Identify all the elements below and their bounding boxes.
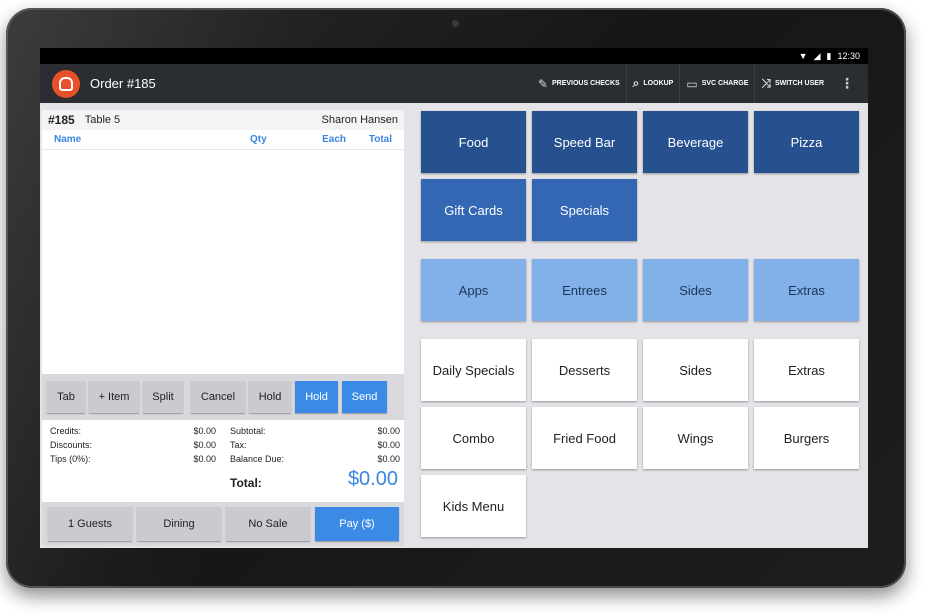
subtotal-value: $0.00 xyxy=(377,426,400,436)
tablet-screen: ▼ ◢ ▮ 12:30 Order #185 ✎ PREVIOUS CHECKS… xyxy=(40,48,868,548)
lookup-button[interactable]: ⌕ LOOKUP xyxy=(625,64,680,103)
svc-charge-label: SVC CHARGE xyxy=(701,80,749,87)
tips-value: $0.00 xyxy=(193,454,216,464)
cancel-button[interactable]: Cancel xyxy=(191,381,245,413)
menu-tile-combo[interactable]: Combo xyxy=(421,407,526,469)
signal-icon: ◢ xyxy=(813,50,821,61)
menu-tile-entrees[interactable]: Entrees xyxy=(532,259,637,321)
totals-section: Credits: Discounts: Tips (0%): $0.00 $0.… xyxy=(42,420,404,502)
menu-tile-sides[interactable]: Sides xyxy=(643,259,748,321)
totals-right-labels: Subtotal: Tax: Balance Due: xyxy=(230,424,284,466)
subtotal-label: Subtotal: xyxy=(230,426,266,436)
app-bar: Order #185 ✎ PREVIOUS CHECKS ⌕ LOOKUP ▭ … xyxy=(40,64,868,103)
hold-gray-button[interactable]: Hold xyxy=(249,381,291,413)
menu-tile-speed-bar[interactable]: Speed Bar xyxy=(532,111,637,173)
previous-checks-button[interactable]: ✎ PREVIOUS CHECKS xyxy=(532,64,626,103)
svc-charge-button[interactable]: ▭ SVC CHARGE xyxy=(679,64,754,103)
status-time: 12:30 xyxy=(837,51,860,61)
page-title: Order #185 xyxy=(90,76,156,91)
discounts-value: $0.00 xyxy=(193,440,216,450)
menu-tile-apps[interactable]: Apps xyxy=(421,259,526,321)
order-header: #185 Table 5 Sharon Hansen xyxy=(42,110,404,130)
menu-tile-pizza[interactable]: Pizza xyxy=(754,111,859,173)
column-total: Total xyxy=(368,134,392,145)
logo-glyph xyxy=(59,76,73,91)
totals-right-values: $0.00 $0.00 $0.00 xyxy=(358,424,400,466)
menu-tile-desserts[interactable]: Desserts xyxy=(532,339,637,401)
status-bar: ▼ ◢ ▮ 12:30 xyxy=(40,48,868,64)
order-panel: #185 Table 5 Sharon Hansen Name Qty Each… xyxy=(42,110,404,546)
order-item-list[interactable] xyxy=(42,150,404,374)
overflow-menu-icon[interactable]: ⋮ xyxy=(830,75,868,92)
menu-tile-extras-item[interactable]: Extras xyxy=(754,339,859,401)
order-table: Table 5 xyxy=(84,114,121,126)
menu-tile-daily-specials[interactable]: Daily Specials xyxy=(421,339,526,401)
split-button[interactable]: Split xyxy=(143,381,183,413)
menu-tile-beverage[interactable]: Beverage xyxy=(643,111,748,173)
menu-tile-specials[interactable]: Specials xyxy=(532,179,637,241)
column-name: Name xyxy=(54,134,82,145)
guests-button[interactable]: 1 Guests xyxy=(48,507,132,541)
totals-left-values: $0.00 $0.00 $0.00 xyxy=(178,424,216,466)
credits-label: Credits: xyxy=(50,426,82,436)
discounts-label: Discounts: xyxy=(50,440,93,450)
menu-tile-wings[interactable]: Wings xyxy=(643,407,748,469)
menu-tile-burgers[interactable]: Burgers xyxy=(754,407,859,469)
search-icon: ⌕ xyxy=(632,76,640,90)
lookup-label: LOOKUP xyxy=(643,80,674,87)
add-item-button[interactable]: + Item xyxy=(89,381,139,413)
column-each: Each xyxy=(322,134,346,145)
bottom-action-bar: 1 Guests Dining No Sale Pay ($) xyxy=(42,502,404,546)
battery-icon: ▮ xyxy=(826,50,832,61)
menu-tile-kids-menu[interactable]: Kids Menu xyxy=(421,475,526,537)
total-label: Total: xyxy=(230,476,262,490)
balance-label: Balance Due: xyxy=(230,454,285,464)
pay-button[interactable]: Pay ($) xyxy=(315,507,399,541)
card-icon: ▭ xyxy=(686,76,698,91)
send-button[interactable]: Send xyxy=(342,381,387,413)
restaurant-logo-icon[interactable] xyxy=(52,69,80,98)
tips-label: Tips (0%): xyxy=(50,454,91,464)
menu-tile-fried-food[interactable]: Fried Food xyxy=(532,407,637,469)
total-value: $0.00 xyxy=(347,468,398,490)
no-sale-button[interactable]: No Sale xyxy=(226,507,310,541)
previous-checks-label: PREVIOUS CHECKS xyxy=(551,80,620,87)
switch-user-label: SWITCH USER xyxy=(775,80,824,87)
order-action-bar: Tab + Item Split Cancel Hold Hold Send xyxy=(42,374,404,420)
menu-grid: Food Speed Bar Beverage Pizza Gift Cards… xyxy=(413,104,868,548)
pen-icon: ✎ xyxy=(537,76,548,91)
menu-tile-extras[interactable]: Extras xyxy=(754,259,859,321)
item-column-header: Name Qty Each Total xyxy=(42,130,404,150)
menu-tile-food[interactable]: Food xyxy=(421,111,526,173)
hold-button[interactable]: Hold xyxy=(295,381,338,413)
order-server: Sharon Hansen xyxy=(321,114,398,126)
order-number: #185 xyxy=(48,113,75,127)
credits-value: $0.00 xyxy=(193,426,216,436)
column-qty: Qty xyxy=(250,134,267,145)
menu-tile-gift-cards[interactable]: Gift Cards xyxy=(421,179,526,241)
wifi-icon: ▼ xyxy=(798,51,808,61)
dining-button[interactable]: Dining xyxy=(137,507,221,541)
balance-value: $0.00 xyxy=(377,454,400,464)
menu-tile-sides-item[interactable]: Sides xyxy=(643,339,748,401)
tab-button[interactable]: Tab xyxy=(47,381,85,413)
camera-icon xyxy=(452,20,459,27)
toolbar: ✎ PREVIOUS CHECKS ⌕ LOOKUP ▭ SVC CHARGE … xyxy=(532,64,868,103)
switch-user-button[interactable]: ⤨ SWITCH USER xyxy=(754,64,830,103)
totals-left-labels: Credits: Discounts: Tips (0%): xyxy=(50,424,92,466)
shuffle-icon: ⤨ xyxy=(761,76,771,90)
tax-value: $0.00 xyxy=(377,440,400,450)
tax-label: Tax: xyxy=(230,440,247,450)
